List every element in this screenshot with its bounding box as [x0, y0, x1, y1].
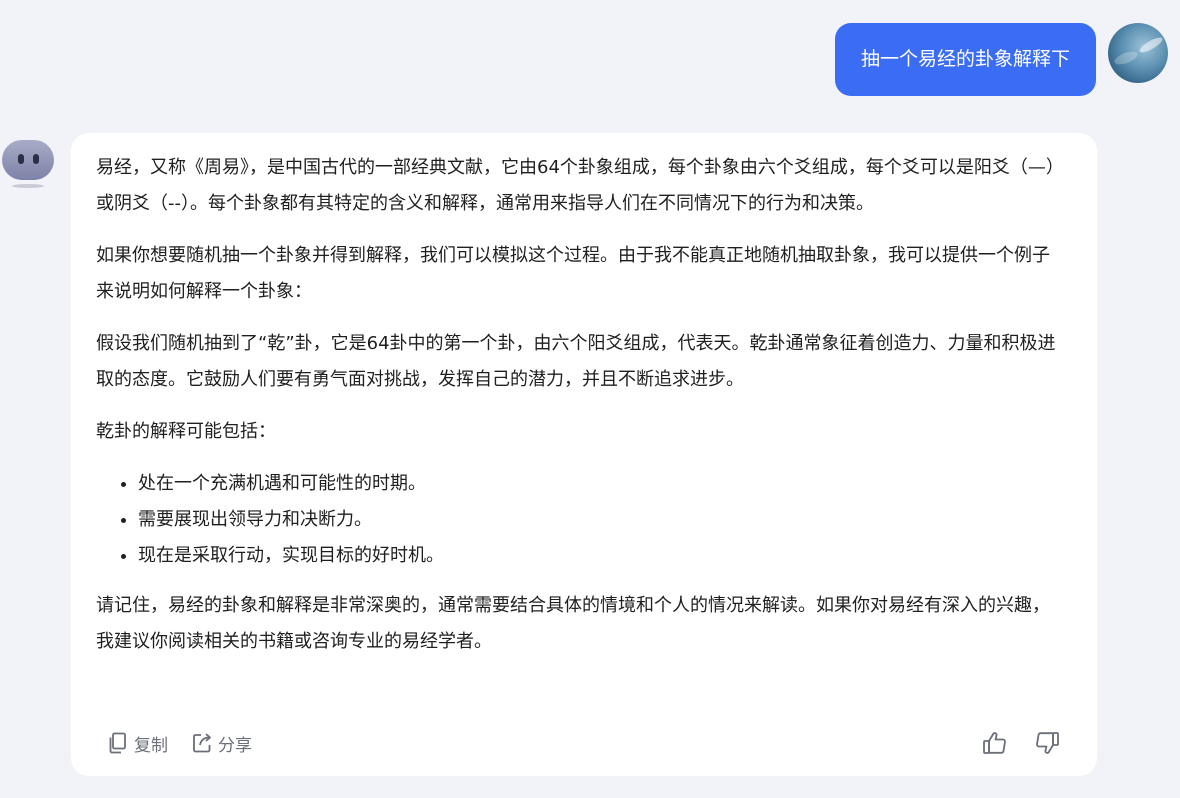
- bot-avatar-head: [2, 140, 54, 180]
- answer-closing-paragraph: 请记住，易经的卦象和解释是非常深奥的，通常需要结合具体的情境和个人的情况来解读。…: [96, 595, 1050, 652]
- bot-avatar-shadow: [12, 184, 44, 188]
- copy-label: 复制: [134, 735, 168, 756]
- answer-paragraph: 假设我们随机抽到了“乾”卦，它是64卦中的第一个卦，由六个阳爻组成，代表天。乾卦…: [96, 333, 1056, 390]
- answer-paragraph: 乾卦的解释可能包括：: [96, 421, 276, 442]
- copy-icon: [109, 732, 126, 754]
- answer-paragraph: 如果你想要随机抽一个卦象并得到解释，我们可以模拟这个过程。由于我不能真正地随机抽…: [96, 245, 1050, 302]
- thumbs-up-icon: [983, 732, 1006, 754]
- bot-eye-left: [18, 154, 24, 164]
- answer-paragraph: 易经，又称《周易》，是中国古代的一部经典文献，它由64个卦象组成，每个卦象由六个…: [96, 157, 1055, 214]
- user-message-row: 抽一个易经的卦象解释下: [834, 23, 1168, 96]
- answer-text: 易经，又称《周易》，是中国古代的一部经典文献，它由64个卦象组成，每个卦象由六个…: [96, 150, 1057, 660]
- answer-action-bar: 复制 分享: [106, 729, 1061, 757]
- bot-eye-right: [33, 154, 39, 164]
- answer-card: 易经，又称《周易》，是中国古代的一部经典文献，它由64个卦象组成，每个卦象由六个…: [71, 133, 1097, 776]
- user-avatar[interactable]: [1108, 23, 1168, 83]
- dislike-button[interactable]: [1033, 729, 1061, 757]
- copy-button[interactable]: 复制: [106, 731, 168, 756]
- answer-bullet-list: 处在一个充满机遇和可能性的时期。 需要展现出领导力和决断力。 现在是采取行动，实…: [96, 466, 1057, 574]
- answer-bullet-item: 需要展现出领导力和决断力。: [138, 502, 1057, 538]
- user-message-bubble: 抽一个易经的卦象解释下: [834, 23, 1096, 96]
- like-button[interactable]: [981, 729, 1009, 757]
- answer-bullet-item: 现在是采取行动，实现目标的好时机。: [138, 538, 1057, 574]
- share-icon: [193, 733, 211, 753]
- bot-avatar: [2, 140, 54, 190]
- share-label: 分享: [218, 735, 252, 756]
- thumbs-down-icon: [1036, 732, 1059, 754]
- share-button[interactable]: 分享: [190, 731, 252, 756]
- answer-bullet-item: 处在一个充满机遇和可能性的时期。: [138, 466, 1057, 502]
